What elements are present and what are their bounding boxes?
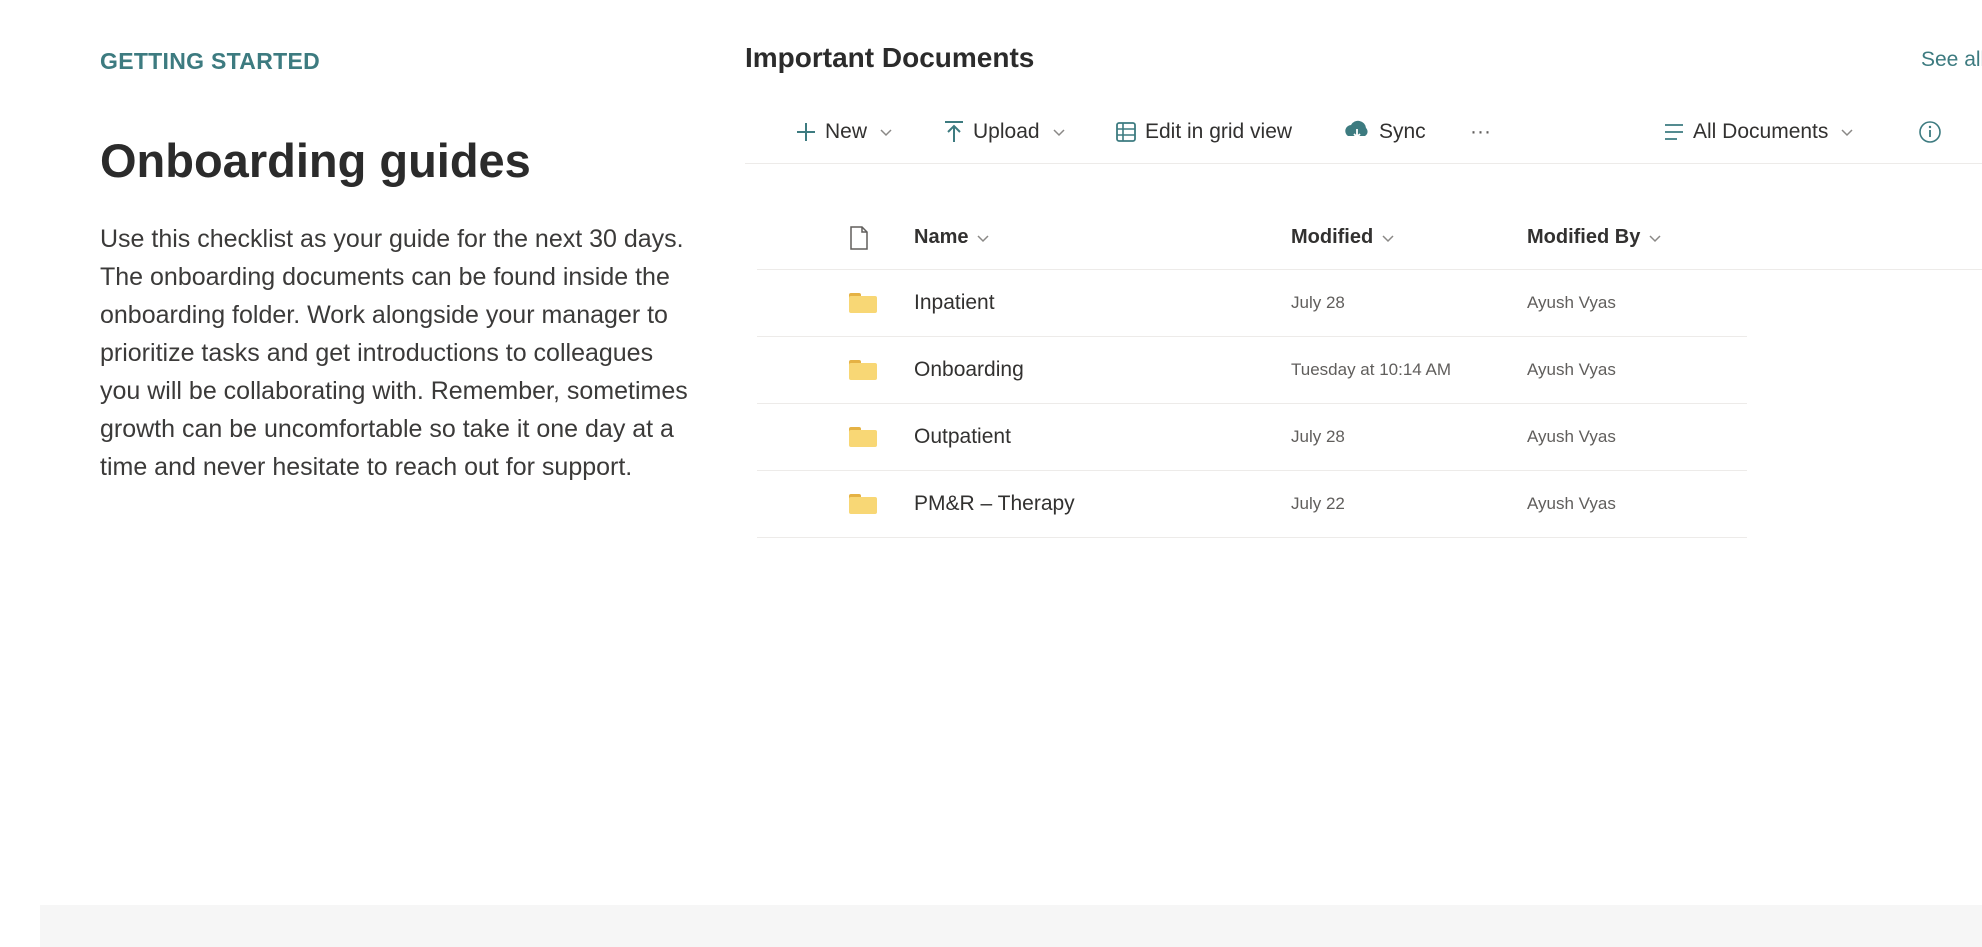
modified-date: July 22 xyxy=(1291,494,1345,513)
table-row[interactable]: Outpatient July 28 Ayush Vyas xyxy=(757,404,1747,471)
more-button[interactable]: ··· xyxy=(1470,114,1491,150)
modified-by[interactable]: Ayush Vyas xyxy=(1527,404,1616,470)
document-icon xyxy=(850,225,868,250)
upload-label: Upload xyxy=(973,120,1040,143)
upload-button[interactable]: Upload xyxy=(943,114,1066,150)
info-icon xyxy=(1918,120,1942,144)
command-bar: New Upload Edit in grid view Sync ··· Al… xyxy=(745,104,1982,164)
page: GETTING STARTED Onboarding guides Use th… xyxy=(0,0,1982,947)
modified-by-header-label: Modified By xyxy=(1527,226,1641,248)
table-row[interactable]: Inpatient July 28 Ayush Vyas xyxy=(757,270,1747,337)
folder-icon xyxy=(849,337,877,403)
modified-by[interactable]: Ayush Vyas xyxy=(1527,337,1616,403)
info-button[interactable] xyxy=(1918,114,1942,150)
view-lines-icon xyxy=(1663,122,1685,142)
folder-name[interactable]: Onboarding xyxy=(914,337,1024,403)
chevron-down-icon xyxy=(1052,124,1066,140)
chevron-down-icon xyxy=(879,124,893,140)
grid-label: Edit in grid view xyxy=(1145,120,1293,143)
new-button[interactable]: New xyxy=(795,114,893,150)
file-type-header[interactable] xyxy=(849,206,869,269)
page-title: Onboarding guides xyxy=(100,134,531,187)
modified-by-column-header[interactable]: Modified By xyxy=(1527,206,1662,269)
chevron-down-icon xyxy=(976,230,990,246)
folder-icon xyxy=(849,471,877,537)
new-label: New xyxy=(825,120,868,143)
folder-icon xyxy=(849,404,877,470)
folder-name[interactable]: Inpatient xyxy=(914,270,995,336)
plus-icon xyxy=(795,121,817,143)
description-text: Use this checklist as your guide for the… xyxy=(100,225,688,481)
modified-date: July 28 xyxy=(1291,293,1345,312)
upload-icon xyxy=(943,120,965,144)
getting-started-section: GETTING STARTED Onboarding guides Use th… xyxy=(100,48,700,486)
name-header-label: Name xyxy=(914,226,969,248)
view-selector[interactable]: All Documents xyxy=(1663,114,1854,150)
table-header: Name Modified Modified By xyxy=(757,206,1982,270)
more-icon: ··· xyxy=(1470,120,1491,143)
view-label: All Documents xyxy=(1693,120,1829,143)
document-list: Name Modified Modified By Inpatient July… xyxy=(757,206,1982,538)
grid-icon xyxy=(1115,121,1137,143)
see-all-link[interactable]: See all xyxy=(1921,48,1982,72)
modified-date: Tuesday at 10:14 AM xyxy=(1291,360,1452,379)
chevron-down-icon xyxy=(1648,230,1662,246)
modified-by[interactable]: Ayush Vyas xyxy=(1527,471,1616,537)
folder-name[interactable]: PM&R – Therapy xyxy=(914,471,1075,537)
bottom-bar xyxy=(40,905,1982,947)
library-title[interactable]: Important Documents xyxy=(745,42,1034,74)
folder-icon xyxy=(849,270,877,336)
sync-icon xyxy=(1343,120,1371,144)
modified-date: July 28 xyxy=(1291,427,1345,446)
folder-name[interactable]: Outpatient xyxy=(914,404,1011,470)
section-eyebrow: GETTING STARTED xyxy=(100,48,321,74)
modified-column-header[interactable]: Modified xyxy=(1291,206,1395,269)
chevron-down-icon xyxy=(1381,230,1395,246)
table-row[interactable]: PM&R – Therapy July 22 Ayush Vyas xyxy=(757,471,1747,538)
sync-button[interactable]: Sync xyxy=(1343,114,1426,150)
modified-by[interactable]: Ayush Vyas xyxy=(1527,270,1616,336)
chevron-down-icon xyxy=(1840,124,1854,140)
sync-label: Sync xyxy=(1379,120,1426,143)
edit-grid-view-button[interactable]: Edit in grid view xyxy=(1115,114,1292,150)
name-column-header[interactable]: Name xyxy=(914,206,990,269)
modified-header-label: Modified xyxy=(1291,226,1374,248)
table-row[interactable]: Onboarding Tuesday at 10:14 AM Ayush Vya… xyxy=(757,337,1747,404)
